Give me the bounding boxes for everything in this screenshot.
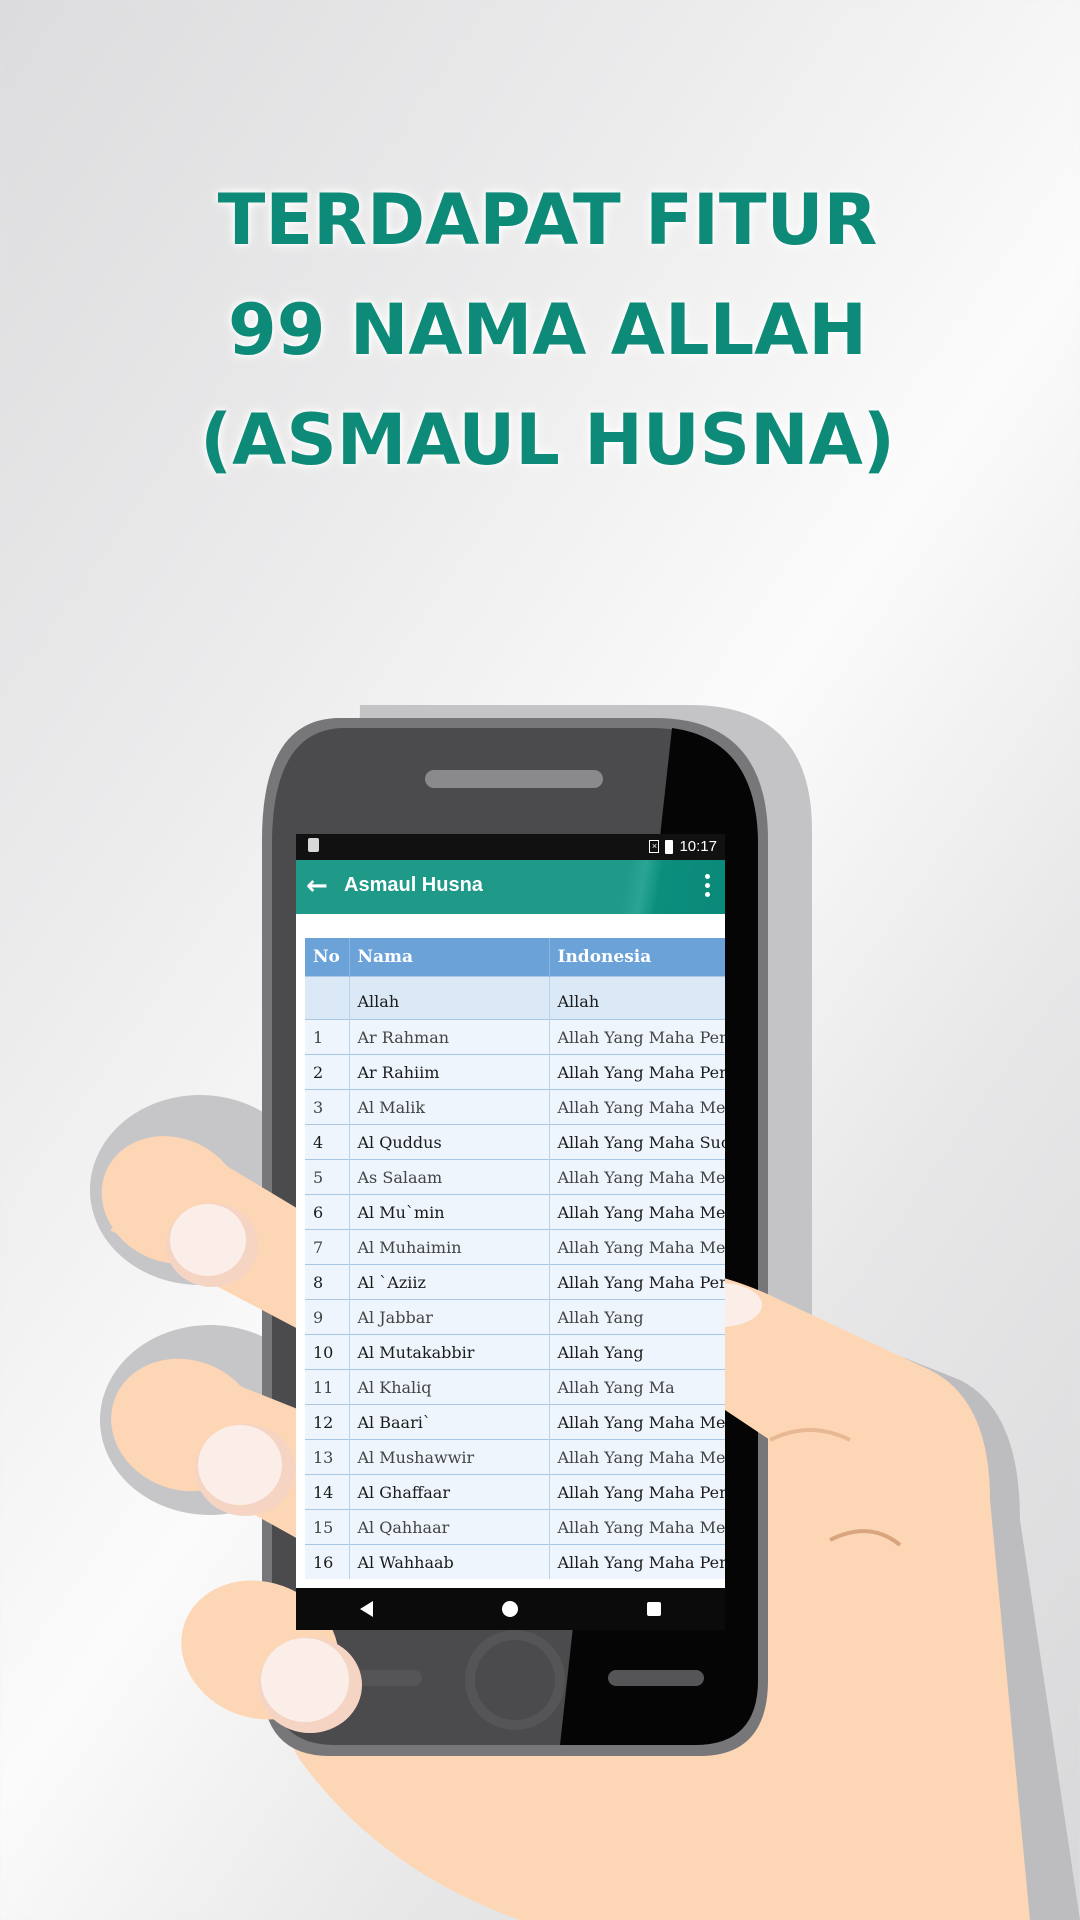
cell-indonesia: Allah — [549, 976, 725, 1020]
table-row[interactable]: 15 Al Qahhaar Allah Yang Maha Me — [305, 1509, 725, 1545]
cell-nama: Al Baari` — [349, 1404, 550, 1440]
table-row[interactable]: 6 Al Mu`min Allah Yang Maha Me — [305, 1194, 725, 1230]
cell-no: 2 — [305, 1054, 350, 1090]
cell-no: 10 — [305, 1334, 350, 1370]
cell-no: 9 — [305, 1299, 350, 1335]
cell-nama: Al Wahhaab — [349, 1544, 550, 1579]
cell-nama: Al Ghaffaar — [349, 1474, 550, 1510]
cell-indonesia: Allah Yang Maha Me — [549, 1509, 725, 1545]
more-vertical-icon[interactable] — [705, 874, 711, 902]
cell-nama: Al Mutakabbir — [349, 1334, 550, 1370]
table-row[interactable]: 11 Al Khaliq Allah Yang Ma — [305, 1369, 725, 1405]
cell-no: 11 — [305, 1369, 350, 1405]
cell-indonesia: Allah Yang Maha Pen — [549, 1544, 725, 1579]
phone-speaker — [425, 770, 603, 788]
cell-nama: Al Mu`min — [349, 1194, 550, 1230]
cell-indonesia: Allah Yang Maha Pen — [549, 1054, 725, 1090]
cell-no — [305, 976, 350, 1020]
cell-no: 8 — [305, 1264, 350, 1300]
cell-nama: Al Qahhaar — [349, 1509, 550, 1545]
cell-indonesia: Allah Yang Maha Me — [549, 1089, 725, 1125]
cell-nama: Al Malik — [349, 1089, 550, 1125]
cell-no: 4 — [305, 1124, 350, 1160]
cell-no: 15 — [305, 1509, 350, 1545]
cell-indonesia: Allah Yang Maha Per — [549, 1264, 725, 1300]
table-row[interactable]: 13 Al Mushawwir Allah Yang Maha Me — [305, 1439, 725, 1475]
cell-nama: Al Muhaimin — [349, 1229, 550, 1265]
nav-back-icon[interactable] — [360, 1601, 374, 1617]
table-row[interactable]: 12 Al Baari` Allah Yang Maha Me — [305, 1404, 725, 1440]
cell-no: 6 — [305, 1194, 350, 1230]
sd-card-icon — [308, 838, 319, 852]
table-row[interactable]: 10 Al Mutakabbir Allah Yang — [305, 1334, 725, 1370]
table-row[interactable]: 7 Al Muhaimin Allah Yang Maha Me — [305, 1229, 725, 1265]
table-row[interactable]: 5 As Salaam Allah Yang Maha Me — [305, 1159, 725, 1195]
table-row[interactable]: 2 Ar Rahiim Allah Yang Maha Pen — [305, 1054, 725, 1090]
cell-nama: Ar Rahman — [349, 1019, 550, 1055]
cell-no: 16 — [305, 1544, 350, 1579]
cell-nama: As Salaam — [349, 1159, 550, 1195]
column-header-indonesia: Indonesia — [549, 938, 725, 977]
status-time: 10:17 — [679, 838, 717, 855]
asmaul-husna-table[interactable]: No Nama Indonesia Allah Allah 1 Ar Rahman Al… — [305, 938, 725, 1579]
phone-screen: × 10:17 ← Asmaul Husna No Nama Indonesia… — [296, 834, 725, 1630]
phone-side-key-right — [608, 1670, 704, 1686]
cell-no: 7 — [305, 1229, 350, 1265]
app-title: Asmaul Husna — [344, 874, 483, 896]
table-row[interactable]: 9 Al Jabbar Allah Yang — [305, 1299, 725, 1335]
column-header-no: No — [305, 938, 350, 977]
table-row[interactable]: 3 Al Malik Allah Yang Maha Me — [305, 1089, 725, 1125]
cell-nama: Al Quddus — [349, 1124, 550, 1160]
cell-indonesia: Allah Yang Maha Pen — [549, 1474, 725, 1510]
app-bar: ← Asmaul Husna — [296, 860, 725, 914]
cell-nama: Al Khaliq — [349, 1369, 550, 1405]
cell-nama: Al `Aziiz — [349, 1264, 550, 1300]
cell-indonesia: Allah Yang Maha Me — [549, 1194, 725, 1230]
cell-no: 12 — [305, 1404, 350, 1440]
cell-indonesia: Allah Yang — [549, 1334, 725, 1370]
cell-no: 13 — [305, 1439, 350, 1475]
table-row[interactable]: 1 Ar Rahman Allah Yang Maha Pen — [305, 1019, 725, 1055]
nav-recents-icon[interactable] — [646, 1602, 661, 1616]
table-row[interactable]: 16 Al Wahhaab Allah Yang Maha Pen — [305, 1544, 725, 1579]
cell-nama: Al Mushawwir — [349, 1439, 550, 1475]
cell-no: 1 — [305, 1019, 350, 1055]
cell-indonesia: Allah Yang Maha Me — [549, 1159, 725, 1195]
table-header-row: No Nama Indonesia — [305, 938, 725, 977]
cell-nama: Ar Rahiim — [349, 1054, 550, 1090]
cell-no: 5 — [305, 1159, 350, 1195]
nav-home-icon[interactable] — [501, 1601, 518, 1617]
cell-nama: Al Jabbar — [349, 1299, 550, 1335]
cell-indonesia: Allah Yang Maha Me — [549, 1439, 725, 1475]
status-bar: × 10:17 — [296, 834, 725, 860]
table-row[interactable]: 4 Al Quddus Allah Yang Maha Suc — [305, 1124, 725, 1160]
cell-no: 3 — [305, 1089, 350, 1125]
cell-indonesia: Allah Yang Maha Me — [549, 1229, 725, 1265]
arrow-left-icon[interactable]: ← — [306, 872, 334, 900]
cell-indonesia: Allah Yang Maha Suc — [549, 1124, 725, 1160]
table-row[interactable]: Allah Allah — [305, 976, 725, 1020]
cell-nama: Allah — [349, 976, 550, 1020]
table-row[interactable]: 14 Al Ghaffaar Allah Yang Maha Pen — [305, 1474, 725, 1510]
no-sim-icon: × — [649, 840, 660, 853]
system-nav-bar — [296, 1588, 725, 1630]
column-header-nama: Nama — [349, 938, 550, 977]
cell-no: 14 — [305, 1474, 350, 1510]
table-row[interactable]: 8 Al `Aziiz Allah Yang Maha Per — [305, 1264, 725, 1300]
cell-indonesia: Allah Yang Maha Pen — [549, 1019, 725, 1055]
cell-indonesia: Allah Yang Ma — [549, 1369, 725, 1405]
cell-indonesia: Allah Yang — [549, 1299, 725, 1335]
battery-icon — [665, 839, 674, 854]
cell-indonesia: Allah Yang Maha Me — [549, 1404, 725, 1440]
